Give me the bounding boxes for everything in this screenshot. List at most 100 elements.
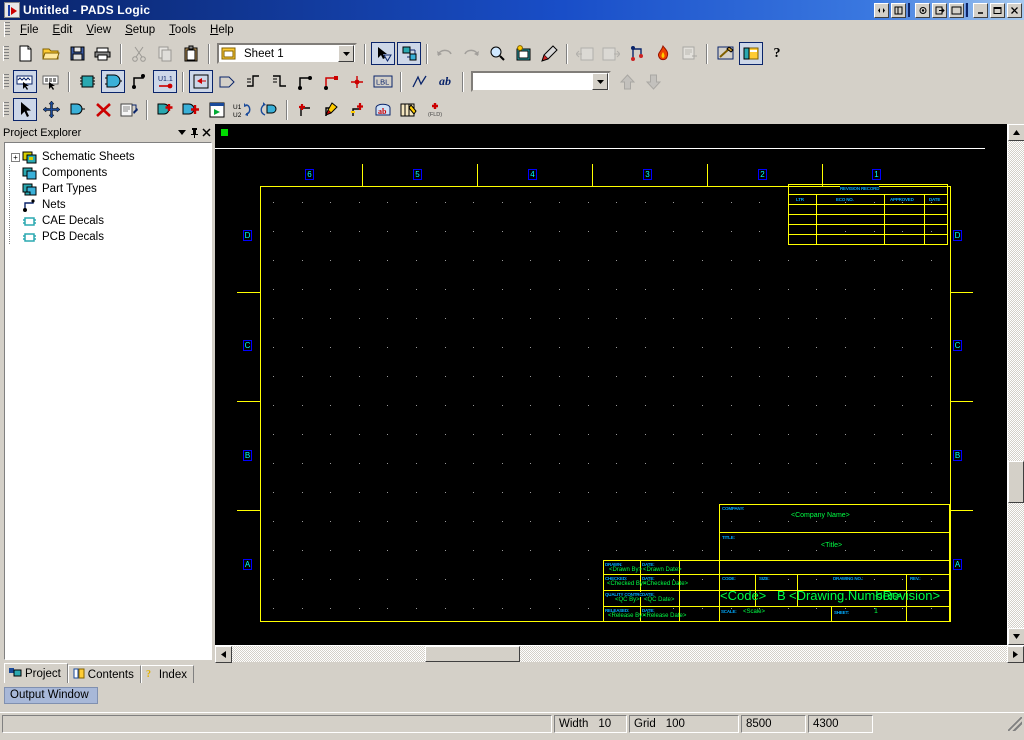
status-width-panel[interactable]: Width 10 [554, 714, 627, 733]
field-list-button[interactable] [397, 98, 421, 121]
redo-button[interactable] [459, 42, 483, 65]
nets-button[interactable] [625, 42, 649, 65]
swap-refdes-button[interactable]: U1 U2 [231, 98, 255, 121]
dropdown-menu-icon[interactable] [176, 126, 188, 139]
net-segment-button[interactable] [293, 70, 317, 93]
edit-pin-button[interactable] [319, 98, 343, 121]
sidebar-item-cae-decals[interactable]: CAE Decals [5, 213, 211, 229]
add-gate-button[interactable] [101, 70, 125, 93]
menu-grip[interactable] [4, 22, 10, 37]
expand-icon[interactable]: + [11, 152, 20, 162]
tab-contents[interactable]: Contents [67, 665, 141, 683]
rotate-gate-button[interactable] [65, 98, 89, 121]
window-title-bar[interactable]: Untitled - PADS Logic [0, 0, 1024, 20]
properties-button[interactable] [117, 98, 141, 121]
close-child-icon[interactable] [891, 2, 906, 18]
next-sheet-button[interactable] [599, 42, 623, 65]
new-file-button[interactable] [13, 42, 37, 65]
window-system-controls[interactable] [973, 2, 1022, 18]
explorer-tabs[interactable]: Project Contents ? Index [0, 662, 215, 683]
pads-layout-button[interactable] [713, 42, 737, 65]
zoom-button[interactable] [485, 42, 509, 65]
design-toolbar[interactable]: U1.1 LBL ab [0, 68, 1024, 96]
canvas-vertical-scrollbar[interactable] [1007, 124, 1024, 645]
add-new-gate-button[interactable] [153, 98, 177, 121]
scroll-down-arrow[interactable] [1008, 628, 1024, 645]
add-connection-button[interactable] [127, 70, 151, 93]
vertical-scroll-track[interactable] [1008, 141, 1024, 628]
report-button[interactable] [677, 42, 701, 65]
tab-project[interactable]: Project [4, 663, 68, 683]
output-window-panel[interactable]: Output Window [0, 686, 1024, 712]
selection-filter-button[interactable] [13, 70, 37, 93]
add-signal-pin-button[interactable] [345, 98, 369, 121]
menu-help[interactable]: Help [203, 22, 241, 38]
scroll-right-arrow[interactable] [1007, 646, 1024, 663]
menu-edit[interactable]: Edit [46, 22, 80, 38]
delete-button[interactable] [91, 98, 115, 121]
label-button[interactable]: LBL [371, 70, 395, 93]
previous-sheet-button[interactable] [573, 42, 597, 65]
select-anything-button[interactable] [39, 70, 63, 93]
polyline-button[interactable] [407, 70, 431, 93]
edit-toolbar[interactable]: U1 U2 ab (FLD) [0, 96, 1024, 124]
attribute-button[interactable]: ab [371, 98, 395, 121]
paste-button[interactable] [179, 42, 203, 65]
query-modify-button[interactable] [537, 42, 561, 65]
hierarchy-symbol-button[interactable] [189, 70, 213, 93]
schematic-canvas[interactable]: 6 5 4 3 2 1 D C B A D C B A [215, 124, 1007, 645]
net-corner-button[interactable] [319, 70, 343, 93]
menu-view[interactable]: View [79, 22, 118, 38]
select-tool-button[interactable] [371, 42, 395, 65]
close-icon[interactable] [200, 126, 212, 139]
bus-out-button[interactable] [267, 70, 291, 93]
minimize-icon[interactable] [973, 2, 988, 18]
add-pin-button[interactable] [293, 98, 317, 121]
camera-icon[interactable] [915, 2, 930, 18]
sidebar-item-components[interactable]: Components [5, 165, 211, 181]
add-part-button[interactable] [75, 70, 99, 93]
mdi-child-controls[interactable] [874, 2, 906, 18]
hot-button[interactable] [651, 42, 675, 65]
scroll-down-button[interactable] [641, 70, 665, 93]
sheet-combo[interactable]: Sheet 1 [217, 43, 357, 64]
text-button[interactable]: ab [433, 70, 457, 93]
move-button[interactable] [39, 98, 63, 121]
junction-button[interactable] [345, 70, 369, 93]
scroll-left-arrow[interactable] [215, 646, 232, 663]
standard-toolbar[interactable]: Sheet 1 ? [0, 40, 1024, 68]
sidebar-item-schematic-sheets[interactable]: + Schematic Sheets [5, 149, 211, 165]
off-page-symbol-button[interactable] [215, 70, 239, 93]
vertical-scroll-thumb[interactable] [1008, 461, 1024, 503]
canvas-horizontal-scrollbar[interactable] [215, 645, 1024, 663]
scroll-up-arrow[interactable] [1008, 124, 1024, 141]
sidebar-item-pcb-decals[interactable]: PCB Decals [5, 229, 211, 245]
netlist-button[interactable] [397, 42, 421, 65]
horizontal-scroll-track[interactable] [232, 646, 1007, 662]
search-combo[interactable] [471, 71, 611, 92]
project-explorer-button[interactable] [739, 42, 763, 65]
extra-window-controls[interactable] [915, 2, 964, 18]
print-button[interactable] [91, 42, 115, 65]
chevron-down-icon[interactable] [592, 73, 608, 90]
toolbar-grip[interactable] [3, 74, 9, 89]
sidebar-item-nets[interactable]: Nets [5, 197, 211, 213]
bus-in-button[interactable] [241, 70, 265, 93]
open-file-button[interactable] [39, 42, 63, 65]
export-icon[interactable] [932, 2, 947, 18]
help-button[interactable]: ? [765, 42, 789, 65]
label-part-button[interactable]: U1.1 [153, 70, 177, 93]
undo-button[interactable] [433, 42, 457, 65]
menu-file[interactable]: File [13, 22, 46, 38]
sidebar-item-part-types[interactable]: Part Types [5, 181, 211, 197]
window-icon[interactable] [949, 2, 964, 18]
add-new-part-button[interactable] [179, 98, 203, 121]
chevron-down-icon[interactable] [338, 45, 354, 62]
copy-button[interactable] [153, 42, 177, 65]
horizontal-scroll-thumb[interactable] [425, 646, 520, 662]
project-tree[interactable]: + Schematic Sheets Components Part Types… [4, 142, 212, 660]
restore-window-icon[interactable] [874, 2, 889, 18]
save-file-button[interactable] [65, 42, 89, 65]
menu-bar[interactable]: File Edit View Setup Tools Help [0, 20, 1024, 40]
redraw-button[interactable] [511, 42, 535, 65]
